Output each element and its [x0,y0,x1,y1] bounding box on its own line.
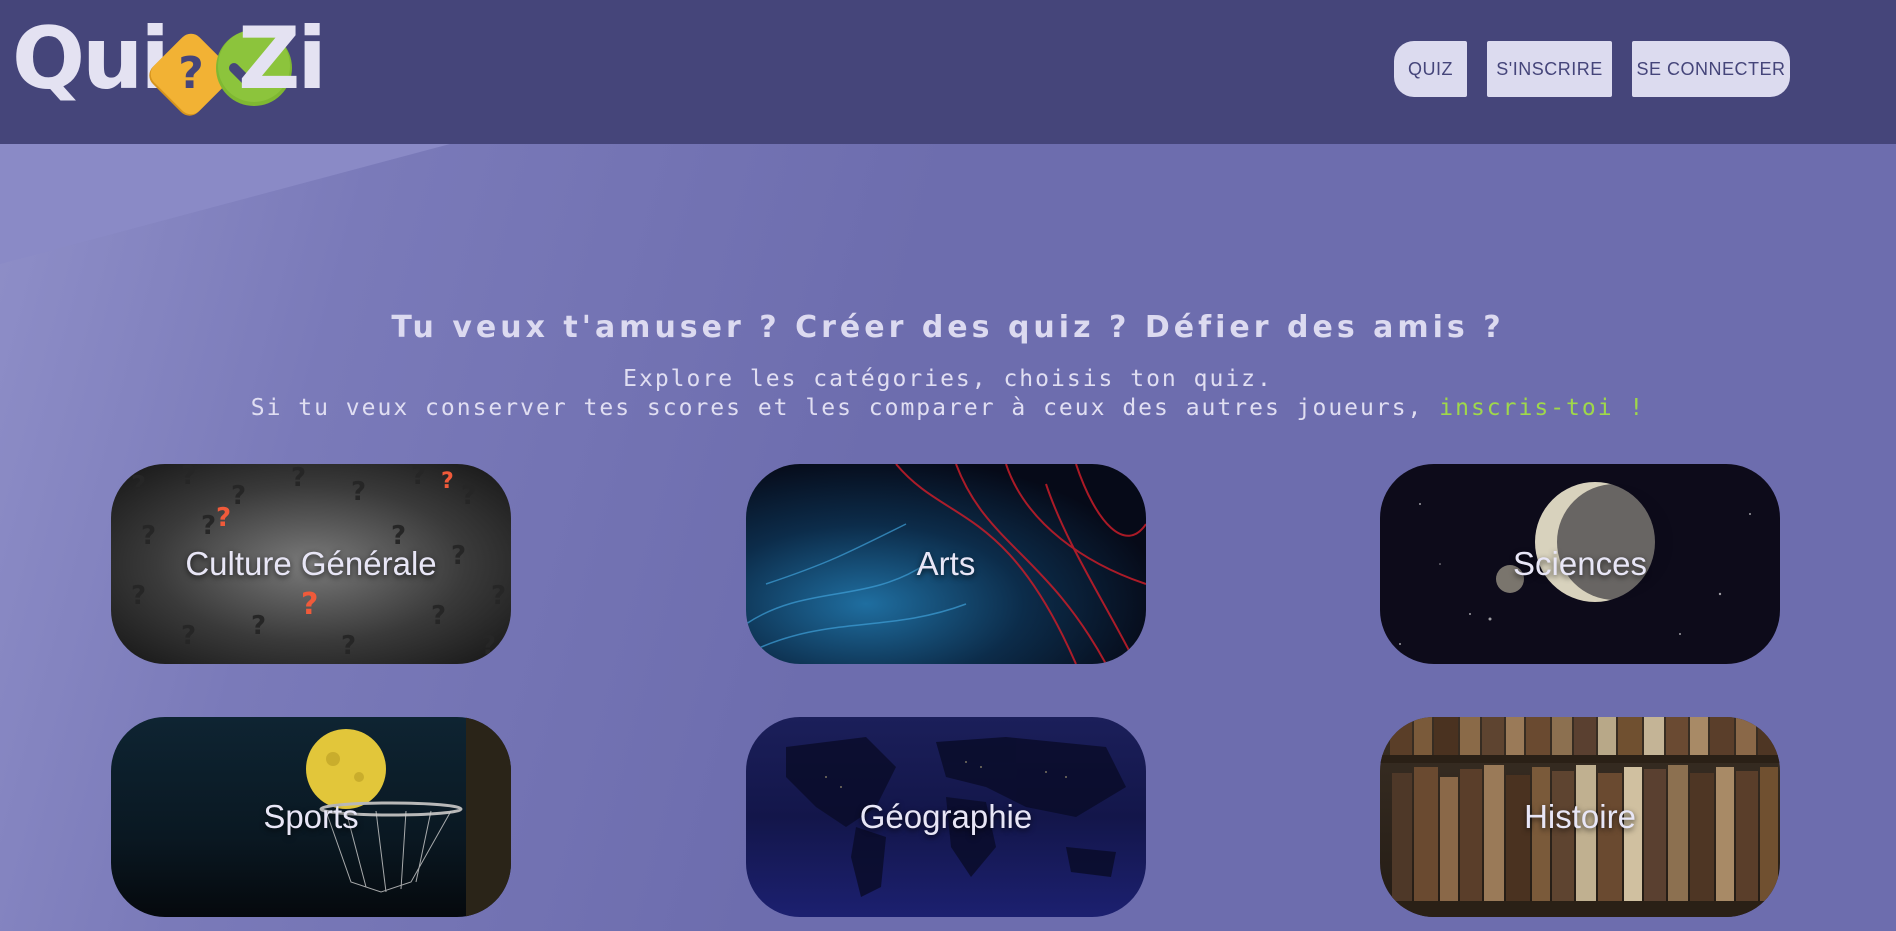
category-card-geographie[interactable]: Géographie [746,717,1146,917]
background-wedge [0,144,450,264]
hero-subtitle-2: Si tu veux conserver tes scores et les c… [0,395,1896,421]
logo-text-left: Qui [12,9,170,109]
site-header: Qui ? Zi QUIZ S'INSCRIRE SE CONNECTER [0,0,1896,144]
quizzi-logo[interactable]: Qui ? Zi [12,16,348,120]
category-card-culture[interactable]: ???? ???? ???? ???? ?? ? ? ? Culture Gén… [111,464,511,664]
logo-text-right: Zi [238,9,327,109]
category-label: Culture Générale [185,545,437,582]
signup-link[interactable]: inscris-toi ! [1439,395,1645,421]
category-label: Arts [916,545,976,582]
hero-subtitle-1: Explore les catégories, choisis ton quiz… [623,366,1273,392]
category-label: Sciences [1513,545,1647,582]
hero-subtitle-2-text: Si tu veux conserver tes scores et les c… [250,395,1440,421]
category-card-sports[interactable]: Sports [111,717,511,917]
category-label: Géographie [859,798,1033,835]
nav-quiz-button[interactable]: QUIZ [1394,41,1467,97]
nav-register-button[interactable]: S'INSCRIRE [1487,41,1612,97]
category-label: Histoire [1524,798,1636,835]
category-card-arts[interactable]: Arts [746,464,1146,664]
nav-login-button[interactable]: SE CONNECTER [1632,41,1790,97]
category-label: Sports [263,798,359,835]
category-card-histoire[interactable]: Histoire [1380,717,1780,917]
category-card-sciences[interactable]: Sciences [1380,464,1780,664]
hero-title: Tu veux t'amuser ? Créer des quiz ? Défi… [391,310,1505,345]
